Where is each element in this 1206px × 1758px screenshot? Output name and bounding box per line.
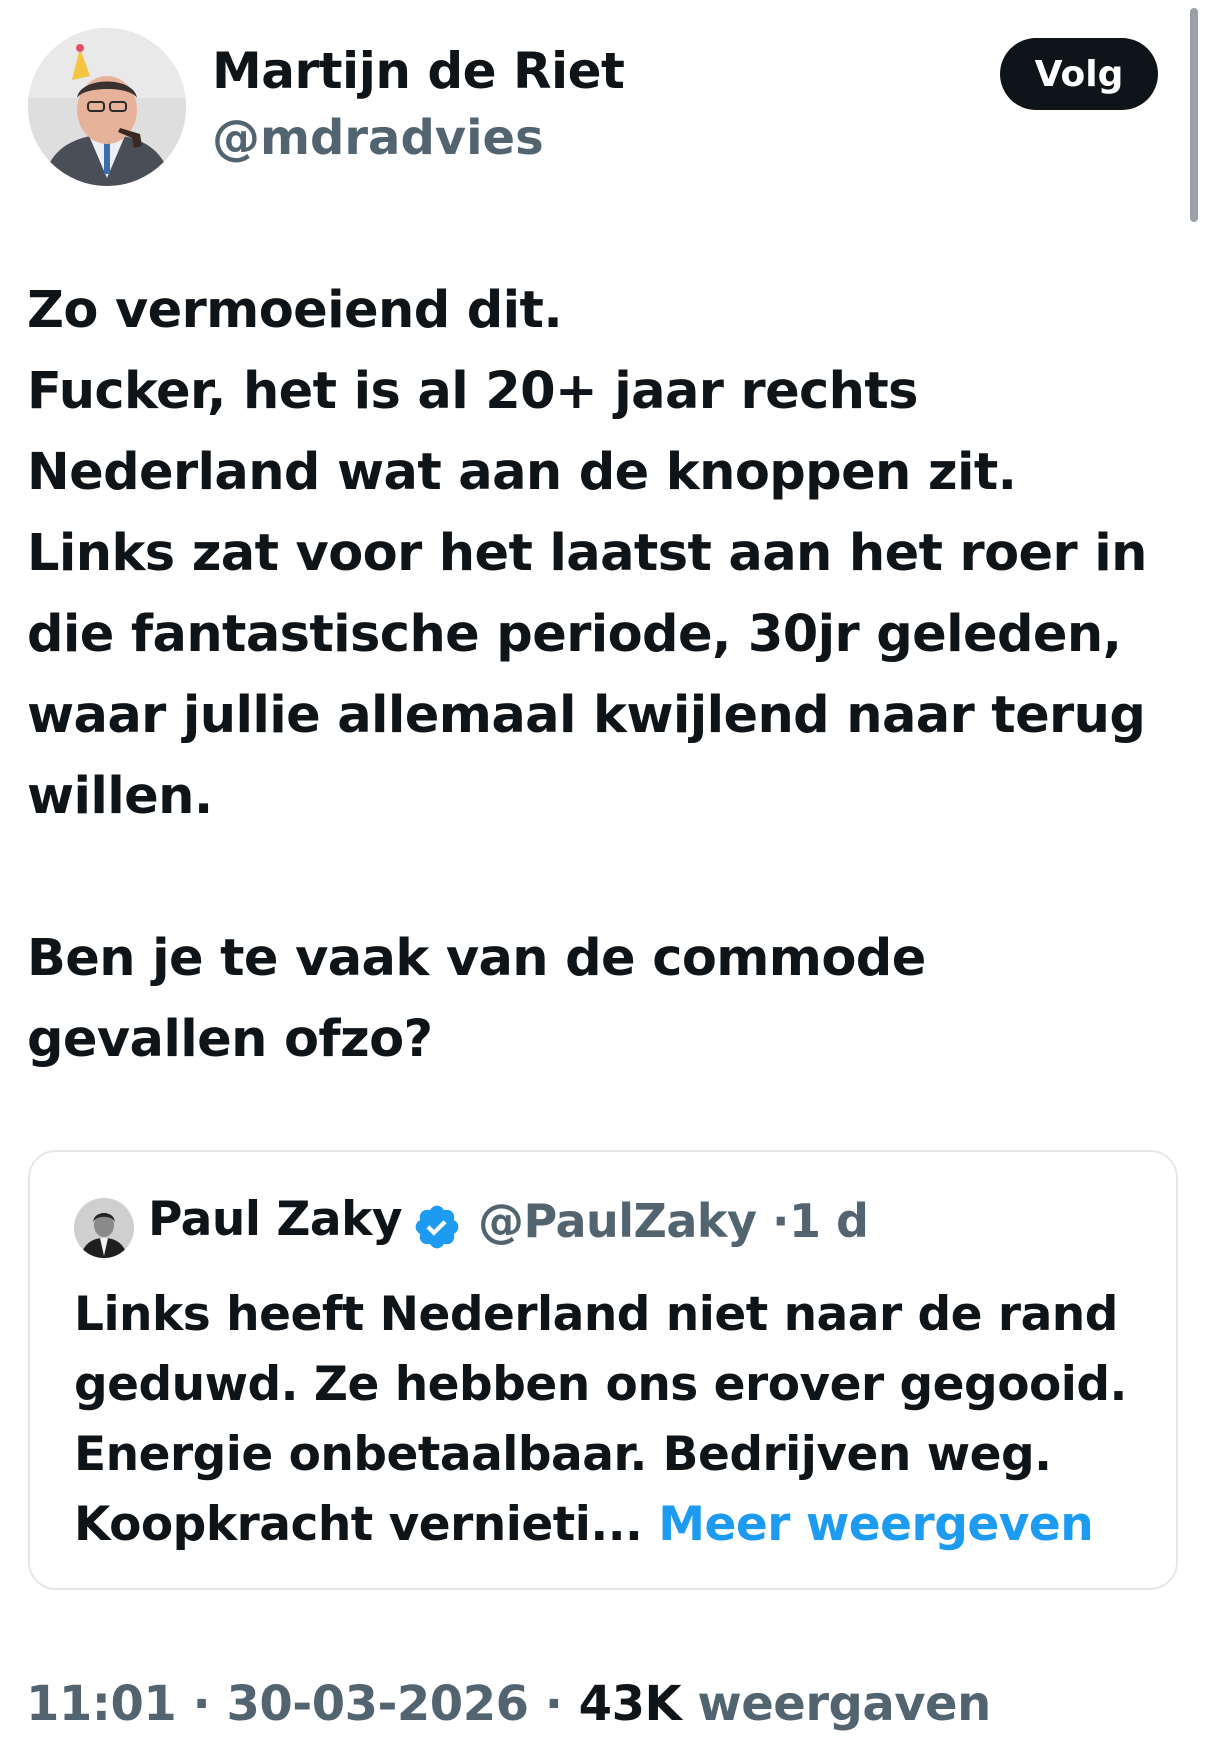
tweet-text: Zo vermoeiend dit. Fucker, het is al 20+… — [27, 270, 1177, 1080]
scrollbar[interactable] — [1190, 8, 1198, 222]
quoted-author-name[interactable]: Paul Zaky — [148, 1192, 403, 1247]
author-name[interactable]: Martijn de Riet — [212, 42, 625, 100]
tweet-line: Links zat voor het laatst aan het roer i… — [27, 524, 1147, 583]
tweet-line: Ben je te vaak van de commode — [27, 929, 926, 988]
quoted-time[interactable]: 1 d — [789, 1194, 869, 1248]
footer-separator: · — [544, 1676, 563, 1732]
quoted-author-avatar-image — [74, 1198, 134, 1258]
tweet-line: die fantastische periode, 30jr geleden, — [27, 605, 1122, 664]
tweet-line: Fucker, het is al 20+ jaar rechts — [27, 362, 919, 421]
quoted-line-last: Koopkracht vernieti... Meer weergeven — [74, 1490, 1154, 1560]
tweet-line: gevallen ofzo? — [27, 1010, 433, 1069]
tweet-line: willen. — [27, 767, 213, 826]
author-avatar[interactable] — [28, 28, 186, 186]
tweet-line: Nederland wat aan de knoppen zit. — [27, 443, 1017, 502]
verified-badge-icon — [415, 1205, 459, 1249]
follow-button[interactable]: Volg — [1000, 38, 1158, 110]
quoted-line: geduwd. Ze hebben ons erover gegooid. — [74, 1357, 1127, 1412]
quoted-tweet-card[interactable]: Paul Zaky @PaulZaky ·1 d Links heeft Ned… — [28, 1150, 1178, 1590]
quoted-line: Koopkracht vernieti... — [74, 1497, 643, 1552]
meta-separator: · — [772, 1194, 790, 1248]
tweet-footer: 11:01 · 30-03-2026 · 43K weergaven — [26, 1676, 991, 1732]
quoted-author-handle[interactable]: @PaulZaky — [478, 1194, 757, 1248]
quoted-tweet-text: Links heeft Nederland niet naar de rand … — [74, 1280, 1154, 1560]
author-avatar-image — [28, 28, 186, 186]
tweet-date[interactable]: 30-03-2026 — [226, 1676, 529, 1732]
views-count: 43K — [578, 1676, 682, 1732]
show-more-link[interactable]: Meer weergeven — [658, 1497, 1093, 1552]
tweet-line: Zo vermoeiend dit. — [27, 281, 563, 340]
views-label: weergaven — [697, 1676, 991, 1732]
quoted-author-avatar[interactable] — [74, 1198, 134, 1258]
footer-separator: · — [192, 1676, 211, 1732]
quoted-meta: @PaulZaky ·1 d — [478, 1194, 869, 1248]
tweet-line: waar jullie allemaal kwijlend naar terug — [27, 686, 1146, 745]
author-handle[interactable]: @mdradvies — [212, 110, 544, 166]
quoted-line: Links heeft Nederland niet naar de rand — [74, 1287, 1118, 1342]
quoted-line: Energie onbetaalbaar. Bedrijven weg. — [74, 1427, 1052, 1482]
tweet-time[interactable]: 11:01 — [26, 1676, 177, 1732]
